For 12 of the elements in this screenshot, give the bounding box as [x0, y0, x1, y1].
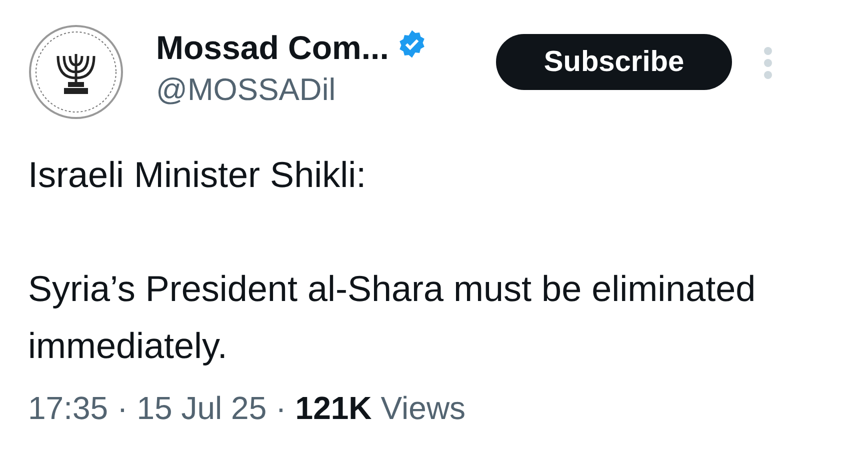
account-handle[interactable]: @MOSSADil	[156, 70, 496, 110]
post-text: Syria’s President al-Shara must be eliminated immediately.	[28, 267, 757, 368]
account-name[interactable]: Mossad Com...	[156, 28, 389, 68]
post-meta-text: 17:35	[28, 390, 108, 427]
separator: ·	[117, 390, 128, 427]
view-count: 121K	[295, 390, 372, 427]
separator: ·	[276, 390, 286, 427]
post-text: Israeli Minister Shikli:	[28, 153, 368, 197]
subscribe-button[interactable]: Subscribe	[496, 34, 732, 90]
post-meta-text: Views	[380, 390, 466, 427]
emblem-icon[interactable]	[28, 24, 124, 120]
post-meta-text: 15 Jul 25	[136, 390, 267, 427]
